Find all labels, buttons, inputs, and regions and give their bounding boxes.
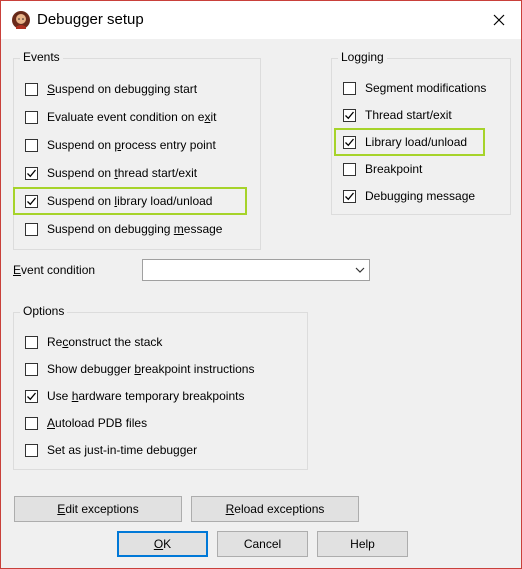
- close-button[interactable]: [481, 5, 517, 35]
- checkbox-checked[interactable]: [25, 166, 38, 180]
- title-bar: Debugger setup: [1, 1, 521, 39]
- event-label: Suspend on process entry point: [47, 138, 216, 152]
- highlight-box-logging-library: [334, 128, 485, 156]
- highlight-box-events-library: [13, 187, 247, 215]
- event-label: Suspend on debugging message: [47, 222, 223, 236]
- logging-checkbox-row[interactable]: Segment modifications: [343, 79, 486, 97]
- options-legend: Options: [20, 304, 68, 318]
- event-label: Suspend on debugging start: [47, 82, 198, 96]
- logging-legend: Logging: [338, 50, 387, 64]
- checkbox-checked[interactable]: [343, 108, 356, 122]
- checkbox-checked[interactable]: [343, 189, 356, 203]
- option-checkbox-row[interactable]: Show debugger breakpoint instructions: [25, 360, 254, 378]
- event-checkbox-row[interactable]: Suspend on thread start/exit: [25, 164, 197, 182]
- checkbox-checked[interactable]: [25, 389, 38, 403]
- option-label: Show debugger breakpoint instructions: [47, 362, 255, 376]
- cancel-button[interactable]: Cancel: [217, 531, 308, 557]
- checkbox-unchecked[interactable]: [25, 443, 38, 457]
- option-checkbox-row[interactable]: Set as just-in-time debugger: [25, 441, 197, 459]
- event-label: Evaluate event condition on exit: [47, 110, 217, 124]
- help-button[interactable]: Help: [317, 531, 408, 557]
- event-label: Suspend on thread start/exit: [47, 166, 198, 180]
- chevron-down-icon: [355, 267, 365, 273]
- edit-exceptions-button[interactable]: Edit exceptions: [14, 496, 182, 522]
- logging-checkbox-row[interactable]: Thread start/exit: [343, 106, 452, 124]
- checkbox-unchecked[interactable]: [25, 110, 38, 124]
- close-icon: [493, 14, 505, 26]
- event-checkbox-row[interactable]: Evaluate event condition on exit: [25, 108, 216, 126]
- checkbox-unchecked[interactable]: [25, 82, 38, 96]
- debugger-setup-dialog: Debugger setup Events Suspend on debuggi…: [0, 0, 522, 569]
- logging-label: Thread start/exit: [365, 108, 452, 122]
- checkmark-icon: [345, 111, 355, 119]
- event-checkbox-row[interactable]: Suspend on debugging message: [25, 220, 222, 238]
- app-logo-icon: [12, 11, 30, 29]
- ok-button[interactable]: OK: [117, 531, 208, 557]
- option-label: Reconstruct the stack: [47, 335, 163, 349]
- checkmark-icon: [27, 392, 37, 400]
- option-checkbox-row[interactable]: Use hardware temporary breakpoints: [25, 387, 244, 405]
- logging-label: Breakpoint: [365, 162, 423, 176]
- option-label: Autoload PDB files: [47, 416, 148, 430]
- checkbox-unchecked[interactable]: [25, 335, 38, 349]
- option-checkbox-row[interactable]: Autoload PDB files: [25, 414, 147, 432]
- window-title: Debugger setup: [37, 11, 144, 28]
- event-checkbox-row[interactable]: Suspend on process entry point: [25, 136, 216, 154]
- checkmark-icon: [345, 192, 355, 200]
- checkbox-unchecked[interactable]: [25, 138, 38, 152]
- checkbox-unchecked[interactable]: [25, 362, 38, 376]
- checkbox-unchecked[interactable]: [343, 162, 356, 176]
- logging-label: Segment modifications: [365, 81, 487, 95]
- event-condition-combobox[interactable]: [142, 259, 370, 281]
- event-checkbox-row[interactable]: Suspend on debugging start: [25, 80, 197, 98]
- checkmark-icon: [27, 169, 37, 177]
- option-checkbox-row[interactable]: Reconstruct the stack: [25, 333, 162, 351]
- option-label: Use hardware temporary breakpoints: [47, 389, 245, 403]
- checkbox-unchecked[interactable]: [343, 81, 356, 95]
- logging-checkbox-row[interactable]: Breakpoint: [343, 160, 422, 178]
- logging-checkbox-row[interactable]: Debugging message: [343, 187, 475, 205]
- option-label: Set as just-in-time debugger: [47, 443, 198, 457]
- checkbox-unchecked[interactable]: [25, 222, 38, 236]
- event-condition-label: Event condition: [13, 263, 96, 277]
- reload-exceptions-button[interactable]: Reload exceptions: [191, 496, 359, 522]
- checkbox-unchecked[interactable]: [25, 416, 38, 430]
- logging-label: Debugging message: [365, 189, 476, 203]
- events-legend: Events: [20, 50, 63, 64]
